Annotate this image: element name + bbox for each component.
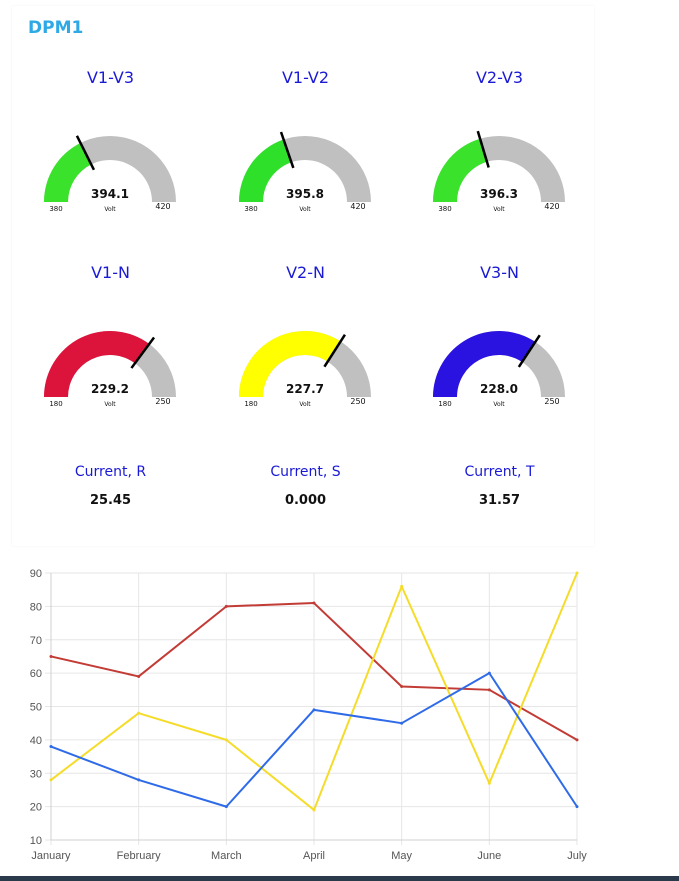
gauge-v2-n: V2-N 227.7 Volt 180 250 (208, 263, 403, 453)
data-point (224, 604, 228, 608)
y-tick-label: 40 (30, 735, 42, 747)
gauge-v1-n: V1-N 229.2 Volt 180 250 (13, 263, 208, 453)
y-tick-label: 60 (30, 668, 42, 680)
gauge-value: 395.8 (286, 187, 324, 201)
current-value: 25.45 (89, 493, 132, 508)
x-tick-label: June (477, 850, 501, 862)
data-point (400, 584, 404, 588)
data-point (312, 708, 316, 712)
gauge-v1-v2: V1-V2 395.8 Volt 380 420 (208, 68, 403, 258)
y-tick-label: 80 (30, 601, 42, 613)
gauge-value: 396.3 (480, 187, 518, 201)
gauge-svg: 395.8 Volt 380 420 (239, 131, 371, 213)
current-label: Current, S (270, 464, 341, 480)
data-point (312, 808, 316, 812)
data-point (575, 805, 579, 809)
data-point (487, 688, 491, 692)
y-tick-label: 10 (30, 835, 42, 847)
y-tick-label: 70 (30, 635, 42, 647)
data-point (137, 778, 141, 782)
data-point (137, 711, 141, 715)
data-point (49, 654, 53, 658)
data-point (400, 684, 404, 688)
gauge-max-label: 420 (544, 202, 559, 211)
y-tick-label: 30 (30, 768, 42, 780)
gauge-fill (239, 139, 292, 202)
line-chart: 90 80 70 60 50 40 30 20 10 January February March Ap… (30, 568, 588, 862)
current-t: Current, T 31.57 (402, 464, 597, 508)
data-point (575, 571, 579, 575)
gauge-max-label: 420 (350, 202, 365, 211)
data-point (487, 671, 491, 675)
current-value: 31.57 (478, 493, 521, 508)
gauge-min-label: 380 (49, 205, 62, 213)
gauge-min-label: 380 (438, 205, 451, 213)
current-label: Current, R (74, 464, 147, 480)
data-point (137, 674, 141, 678)
current-value: 0.000 (284, 493, 327, 508)
x-tick-label: April (303, 850, 325, 862)
gauge-v2-v3: V2-V3 396.3 Volt 380 420 (402, 68, 597, 258)
current-s: Current, S 0.000 (208, 464, 403, 508)
x-tick-label: May (391, 850, 412, 862)
x-tick-label: January (31, 850, 71, 862)
gauge-value: 228.0 (480, 382, 518, 396)
x-tick-label: July (567, 850, 587, 862)
gauge-unit: Volt (299, 206, 311, 213)
gauge-svg: 396.3 Volt 380 420 (433, 130, 565, 213)
data-point (224, 805, 228, 809)
data-point (575, 738, 579, 742)
bottom-bar (0, 876, 679, 881)
gauge-min-label: 180 (49, 400, 62, 408)
gauge-value: 227.7 (286, 382, 324, 396)
data-point (49, 745, 53, 749)
data-point (400, 721, 404, 725)
gauge-svg: 227.7 Volt 180 250 (239, 331, 371, 408)
gauge-value: 394.1 (91, 187, 129, 201)
current-r: Current, R 25.45 (13, 464, 208, 508)
gauge-value: 229.2 (91, 382, 129, 396)
gauge-svg: 228.0 Volt 180 250 (433, 331, 565, 408)
x-tick-label: March (211, 850, 242, 862)
data-point (487, 781, 491, 785)
gauge-unit: Volt (493, 401, 505, 408)
gauge-v3-n: V3-N 228.0 Volt 180 250 (402, 263, 597, 453)
current-label: Current, T (464, 464, 535, 480)
y-tick-label: 50 (30, 702, 42, 714)
gauge-unit: Volt (493, 206, 505, 213)
x-tick-label: February (117, 850, 162, 862)
data-point (312, 601, 316, 605)
gauge-min-label: 180 (438, 400, 451, 408)
gauge-v1-v3: V1-V3 394.1 Volt 380 420 (13, 68, 208, 258)
panel-title: DPM1 (28, 18, 84, 38)
data-point (49, 778, 53, 782)
gauge-min-label: 180 (244, 400, 257, 408)
y-tick-label: 20 (30, 802, 42, 814)
data-point (224, 738, 228, 742)
gauge-unit: Volt (299, 401, 311, 408)
gauge-max-label: 250 (155, 397, 170, 406)
gauge-max-label: 250 (350, 397, 365, 406)
gauge-fill (433, 138, 487, 202)
y-tick-label: 90 (30, 568, 42, 580)
gauge-svg: 394.1 Volt 380 420 (44, 135, 176, 213)
gauge-min-label: 380 (244, 205, 257, 213)
gauge-max-label: 420 (155, 202, 170, 211)
gauge-unit: Volt (104, 206, 116, 213)
gauge-max-label: 250 (544, 397, 559, 406)
gauge-unit: Volt (104, 401, 116, 408)
gauge-svg: 229.2 Volt 180 250 (44, 331, 176, 408)
